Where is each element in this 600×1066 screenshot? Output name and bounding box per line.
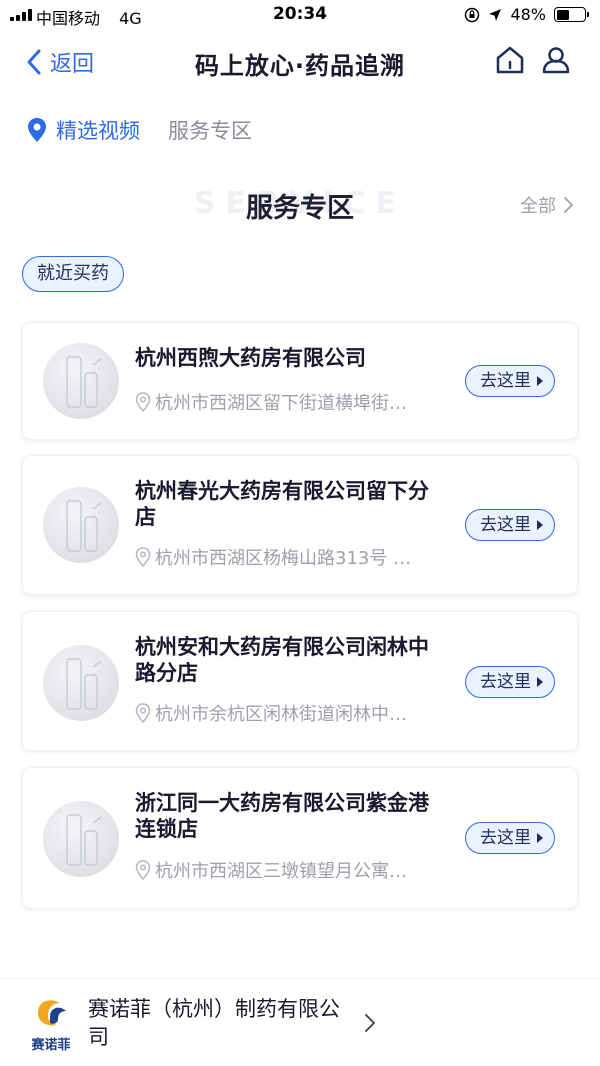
go-here-button[interactable]: 去这里 <box>465 365 555 397</box>
navigation-bar: 返回 码上放心·药品追溯 <box>0 36 600 88</box>
address-text: 杭州市西湖区留下街道横埠街… <box>155 393 407 414</box>
battery-fill <box>556 9 570 20</box>
nearby-pharmacy-chip[interactable]: 就近买药 <box>22 256 124 292</box>
go-here-label: 去这里 <box>480 671 531 692</box>
address-text: 杭州市余杭区闲林街道闲林中… <box>155 704 407 725</box>
location-pin-icon <box>28 118 46 142</box>
manufacturer-footer[interactable]: 赛诺菲 赛诺菲（杭州）制药有限公司 <box>0 978 600 1066</box>
tab-label: 精选视频 <box>56 119 140 143</box>
tab-label: 服务专区 <box>168 119 252 143</box>
battery-icon <box>554 7 589 22</box>
tab-service-zone[interactable]: 服务专区 <box>168 115 252 145</box>
triangle-right-icon <box>537 376 543 386</box>
location-arrow-icon <box>489 8 502 21</box>
pharmacy-address: 杭州市西湖区杨梅山路313号 … <box>135 544 445 570</box>
triangle-right-icon <box>537 677 543 687</box>
sanofi-logo: 赛诺菲 <box>22 993 80 1053</box>
pharmacy-address: 杭州市西湖区留下街道横埠街… <box>135 389 445 415</box>
go-here-button[interactable]: 去这里 <box>465 666 555 698</box>
triangle-right-icon <box>537 520 543 530</box>
tab-bar: 精选视频 服务专区 <box>26 112 280 148</box>
pharmacy-address: 杭州市余杭区闲林街道闲林中… <box>135 700 445 726</box>
flask-image-icon <box>66 814 102 866</box>
pharmacy-name: 杭州春光大药房有限公司留下分店 <box>135 479 429 529</box>
section-header: SERVICE 服务专区 全部 <box>0 180 600 236</box>
flask-image-icon <box>66 658 102 710</box>
status-right: 48% <box>464 5 589 24</box>
pharmacy-thumbnail <box>43 645 119 721</box>
chevron-right-icon <box>365 1014 375 1032</box>
see-all-label: 全部 <box>520 196 556 217</box>
go-here-label: 去这里 <box>480 370 531 391</box>
flask-image-icon <box>66 500 102 552</box>
map-pin-icon <box>135 392 151 412</box>
pharmacy-card[interactable]: 杭州西煦大药房有限公司 杭州市西湖区留下街道横埠街… 去这里 <box>22 322 578 440</box>
see-all-link[interactable]: 全部 <box>520 192 574 218</box>
home-icon[interactable] <box>494 44 526 76</box>
orientation-lock-icon <box>465 7 480 22</box>
pharmacy-address: 杭州市西湖区三墩镇望月公寓… <box>135 857 445 883</box>
section-title: 服务专区 <box>246 193 354 224</box>
pharmacy-card[interactable]: 杭州春光大药房有限公司留下分店 杭州市西湖区杨梅山路313号 … 去这里 <box>22 455 578 595</box>
pharmacy-card[interactable]: 杭州安和大药房有限公司闲林中路分店 杭州市余杭区闲林街道闲林中… 去这里 <box>22 611 578 751</box>
go-here-label: 去这里 <box>480 827 531 848</box>
go-here-button[interactable]: 去这里 <box>465 822 555 854</box>
company-name: 赛诺菲（杭州）制药有限公司 <box>88 997 340 1049</box>
go-here-label: 去这里 <box>480 514 531 535</box>
go-here-button[interactable]: 去这里 <box>465 509 555 541</box>
pharmacy-name: 杭州安和大药房有限公司闲林中路分店 <box>135 635 429 685</box>
pharmacy-thumbnail <box>43 801 119 877</box>
pharmacy-name: 浙江同一大药房有限公司紫金港连锁店 <box>135 791 429 841</box>
tab-featured-videos[interactable]: 精选视频 <box>26 115 140 145</box>
pharmacy-name: 杭州西煦大药房有限公司 <box>135 346 366 370</box>
user-icon[interactable] <box>540 44 572 76</box>
battery-percent: 48% <box>510 5 546 24</box>
logo-text: 赛诺菲 <box>31 1038 71 1053</box>
flask-image-icon <box>66 356 102 408</box>
pharmacy-thumbnail <box>43 343 119 419</box>
chevron-right-icon <box>564 197 573 213</box>
pharmacy-card[interactable]: 浙江同一大药房有限公司紫金港连锁店 杭州市西湖区三墩镇望月公寓… 去这里 <box>22 767 578 909</box>
triangle-right-icon <box>537 833 543 843</box>
nav-actions <box>494 44 572 76</box>
map-pin-icon <box>135 547 151 567</box>
address-text: 杭州市西湖区三墩镇望月公寓… <box>155 861 407 882</box>
address-text: 杭州市西湖区杨梅山路313号 … <box>155 548 412 569</box>
map-pin-icon <box>135 703 151 723</box>
map-pin-icon <box>135 860 151 880</box>
sanofi-bird-icon <box>38 1000 66 1026</box>
pharmacy-thumbnail <box>43 487 119 563</box>
status-bar: 中国移动 4G 20:34 48% <box>0 0 600 30</box>
